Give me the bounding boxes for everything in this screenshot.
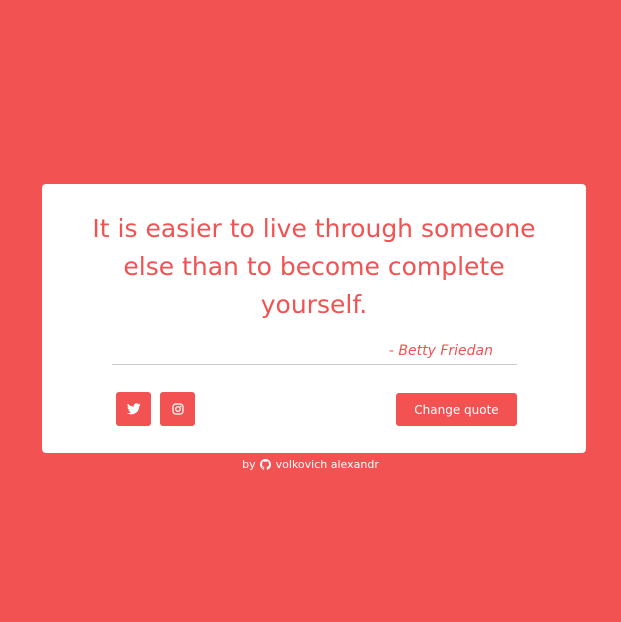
quote-text: It is easier to live through someone els… [92,214,536,319]
twitter-icon [126,403,141,415]
change-quote-button[interactable]: Change quote [396,393,517,426]
author-row: - Betty Friedan [112,340,517,365]
github-icon [260,459,272,470]
quote-author: - Betty Friedan [388,343,493,359]
tweet-button[interactable] [116,392,151,426]
footer-by: by [242,458,256,471]
author-link[interactable]: volkovich alexandr [276,458,379,471]
quote-card: It is easier to live through someone els… [42,184,586,453]
instagram-button[interactable] [160,392,195,426]
footer-credit: by volkovich alexandr [0,457,621,473]
instagram-icon [171,403,184,415]
